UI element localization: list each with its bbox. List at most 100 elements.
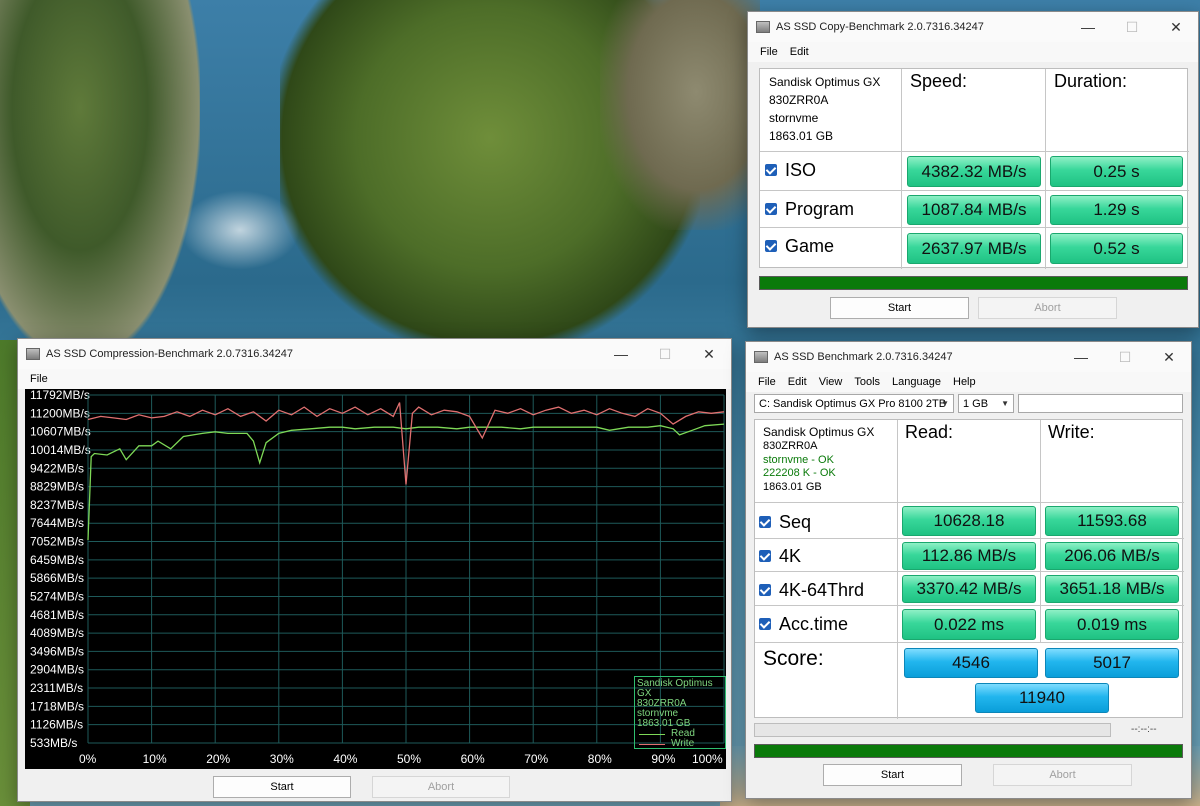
menu-file[interactable]: File (24, 373, 54, 385)
4k64-read-value: 3370.42 MB/s (902, 575, 1036, 603)
minimize-button[interactable]: — (1059, 342, 1103, 372)
read-header: Read: (905, 422, 954, 442)
seq-label: Seq (779, 511, 812, 532)
duration-header: Duration: (1054, 71, 1128, 91)
menu-file[interactable]: File (752, 376, 782, 388)
benchmark-window-title: AS SSD Benchmark 2.0.7316.34247 (774, 351, 953, 363)
copy-start-button[interactable]: Start (830, 297, 969, 319)
compression-abort-button[interactable]: Abort (372, 776, 510, 798)
acc-checkbox[interactable] (759, 618, 771, 630)
4k64-checkbox[interactable] (759, 584, 771, 596)
x-tick-label: 70% (524, 752, 548, 766)
program-checkbox[interactable] (765, 203, 777, 215)
menu-help[interactable]: Help (947, 376, 982, 388)
copy-titlebar: AS SSD Copy-Benchmark 2.0.7316.34247 — ☐… (748, 12, 1198, 42)
game-row-label: Game (765, 234, 834, 258)
iso-duration-value: 0.25 s (1050, 156, 1183, 187)
benchmark-results-panel: Sandisk Optimus GX 830ZRR0A stornvme - O… (754, 419, 1184, 719)
alignment-status: 222208 K - OK (763, 467, 836, 479)
chart-legend: Sandisk Optimus GX 830ZRR0A stornvme 186… (634, 676, 726, 749)
benchmark-start-button[interactable]: Start (823, 764, 962, 786)
copy-abort-button[interactable]: Abort (978, 297, 1117, 319)
benchmark-abort-button[interactable]: Abort (993, 764, 1132, 786)
program-label: Program (785, 198, 855, 219)
x-tick-label: 0% (79, 752, 97, 766)
x-tick-label: 80% (588, 752, 612, 766)
menu-view[interactable]: View (813, 376, 849, 388)
wallpaper-cliff-left (0, 0, 200, 360)
close-button[interactable]: ✕ (1147, 342, 1191, 372)
speed-header-cell: Speed: (902, 69, 1046, 152)
driver-status: stornvme - OK (763, 453, 834, 466)
game-duration-value: 0.52 s (1050, 233, 1183, 264)
x-tick-label: 60% (461, 752, 485, 766)
benchmark-window: AS SSD Benchmark 2.0.7316.34247 — ☐ ✕ Fi… (745, 341, 1192, 799)
duration-header-cell: Duration: (1046, 69, 1189, 152)
search-input[interactable] (1018, 394, 1183, 413)
benchmark-sub-progress (754, 723, 1111, 737)
compression-menubar: File (18, 369, 731, 389)
score-write-value: 5017 (1045, 648, 1179, 678)
menu-file[interactable]: File (754, 46, 784, 58)
drive-model: Sandisk Optimus GX (769, 75, 881, 89)
close-button[interactable]: ✕ (1154, 12, 1198, 42)
y-tick-label: 10014MB/s (30, 443, 91, 457)
4k-label: 4K (779, 545, 802, 566)
speed-header: Speed: (910, 71, 968, 91)
chevron-down-icon: ▼ (1001, 399, 1009, 408)
drive-size: 1863.01 GB (769, 129, 834, 143)
y-tick-label: 5274MB/s (30, 589, 84, 603)
drive-serial: 830ZRR0A (769, 93, 829, 107)
seq-row-label: Seq (759, 510, 811, 534)
drive-size: 1863.01 GB (763, 480, 822, 493)
compression-start-button[interactable]: Start (213, 776, 351, 798)
acc-label: Acc.time (779, 613, 849, 634)
minimize-button[interactable]: — (599, 339, 643, 369)
4k64-row-label: 4K-64Thrd (759, 578, 864, 602)
y-tick-label: 8829MB/s (30, 480, 84, 494)
elapsed-time: --:--:-- (1131, 724, 1157, 735)
4k64-label: 4K-64Thrd (779, 579, 865, 600)
maximize-button[interactable]: ☐ (1103, 342, 1147, 372)
iso-checkbox[interactable] (765, 164, 777, 176)
program-row-label: Program (765, 197, 854, 221)
maximize-button[interactable]: ☐ (1110, 12, 1154, 42)
menu-language[interactable]: Language (886, 376, 947, 388)
maximize-button[interactable]: ☐ (643, 339, 687, 369)
legend-write-label: Write (671, 738, 695, 749)
4k-checkbox[interactable] (759, 550, 771, 562)
benchmark-titlebar: AS SSD Benchmark 2.0.7316.34247 — ☐ ✕ (746, 342, 1191, 372)
4k64-write-value: 3651.18 MB/s (1045, 575, 1179, 603)
menu-edit[interactable]: Edit (784, 46, 815, 58)
4k-write-value: 206.06 MB/s (1045, 542, 1179, 570)
y-tick-label: 9422MB/s (30, 461, 84, 475)
4k-read-value: 112.86 MB/s (902, 542, 1036, 570)
write-header-cell: Write: (1041, 420, 1184, 503)
copy-benchmark-window: AS SSD Copy-Benchmark 2.0.7316.34247 — ☐… (747, 11, 1199, 328)
seq-write-value: 11593.68 (1045, 506, 1179, 536)
y-tick-label: 8237MB/s (30, 498, 84, 512)
y-tick-label: 4089MB/s (30, 626, 84, 640)
benchmark-menubar: File Edit View Tools Language Help (746, 372, 1191, 392)
copy-progress-bar (759, 276, 1188, 290)
program-speed-value: 1087.84 MB/s (907, 195, 1041, 225)
drive-select-value: C: Sandisk Optimus GX Pro 8100 2TB (759, 397, 947, 410)
legend-write-swatch (639, 744, 665, 745)
menu-tools[interactable]: Tools (848, 376, 886, 388)
x-tick-label: 30% (270, 752, 294, 766)
menu-edit[interactable]: Edit (782, 376, 813, 388)
app-disk-icon (754, 351, 768, 363)
y-tick-label: 3496MB/s (30, 644, 84, 658)
compression-window-title: AS SSD Compression-Benchmark 2.0.7316.34… (46, 348, 294, 360)
x-tick-label: 100% (692, 752, 723, 766)
drive-model: Sandisk Optimus GX (763, 425, 875, 439)
size-select[interactable]: 1 GB ▼ (958, 394, 1014, 413)
drive-select[interactable]: C: Sandisk Optimus GX Pro 8100 2TB ▼ (754, 394, 954, 413)
compression-titlebar: AS SSD Compression-Benchmark 2.0.7316.34… (18, 339, 731, 369)
seq-checkbox[interactable] (759, 516, 771, 528)
game-checkbox[interactable] (765, 240, 777, 252)
seq-read-value: 10628.18 (902, 506, 1036, 536)
close-button[interactable]: ✕ (687, 339, 731, 369)
minimize-button[interactable]: — (1066, 12, 1110, 42)
x-tick-label: 40% (333, 752, 357, 766)
